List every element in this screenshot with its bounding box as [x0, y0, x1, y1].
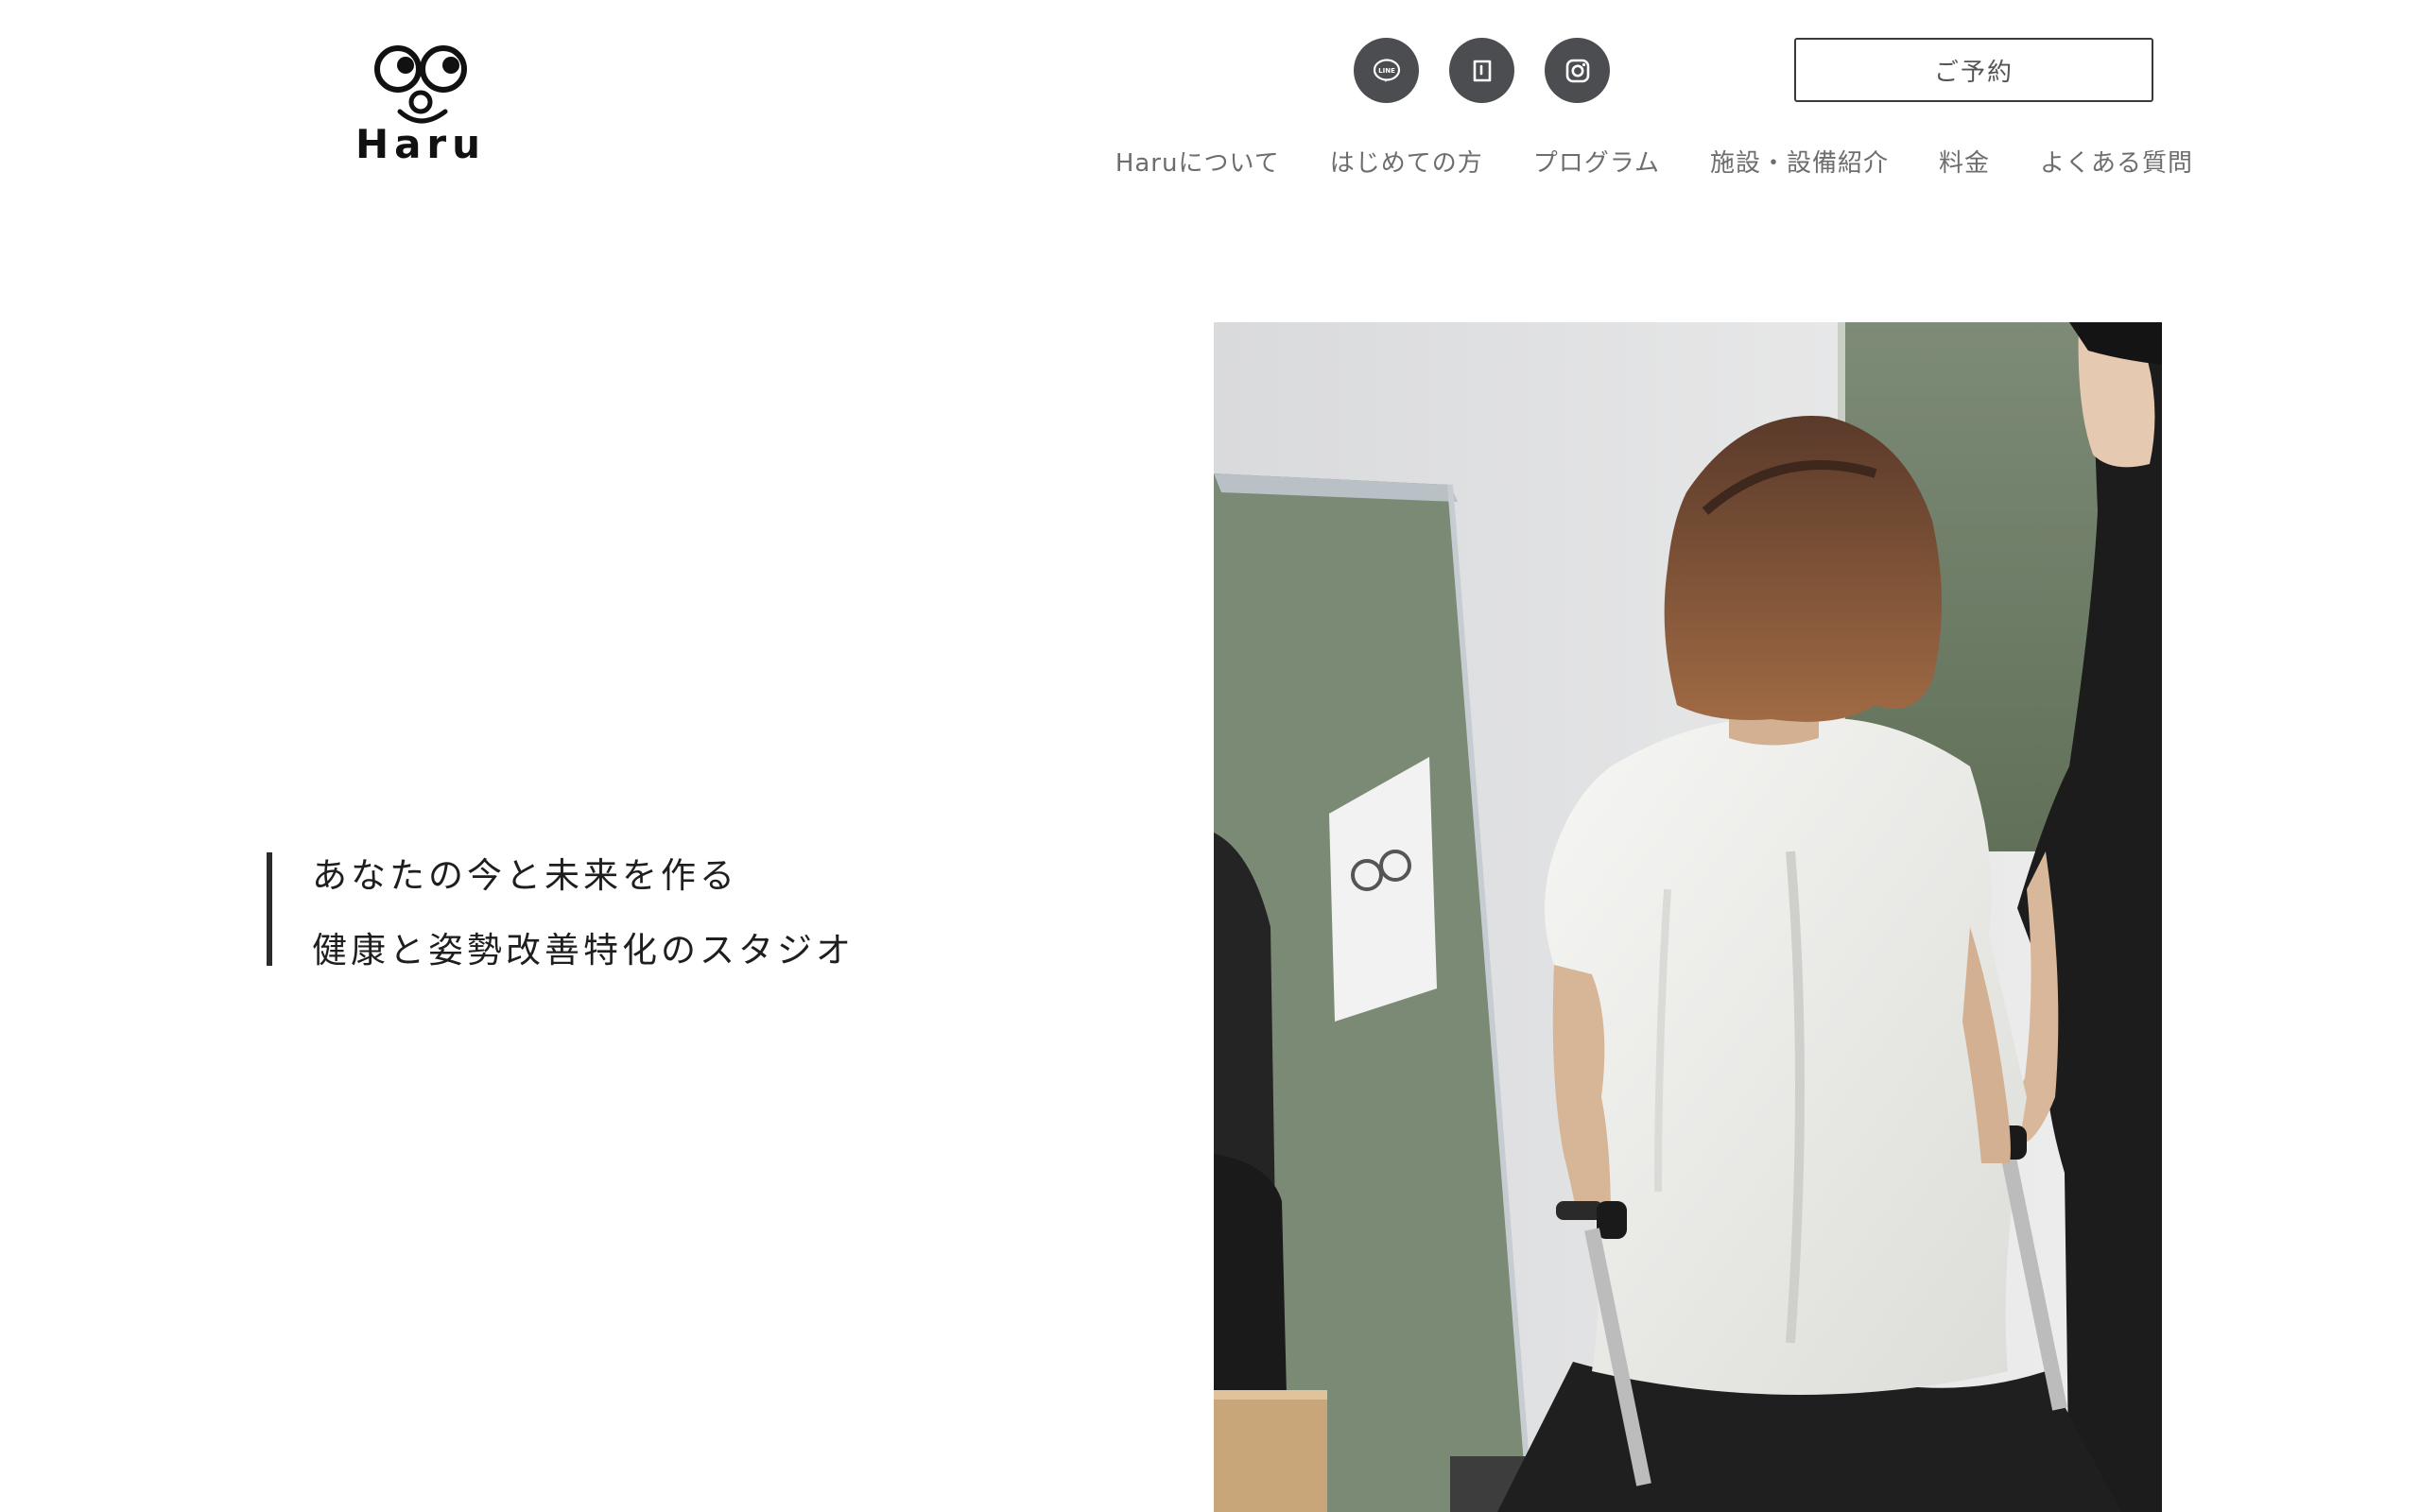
nav-item-faq[interactable]: よくある質問 [2040, 144, 2193, 179]
note-button[interactable] [1449, 38, 1514, 103]
social-links: LINE [1354, 38, 1610, 103]
instagram-icon [1565, 59, 1589, 82]
line-icon: LINE [1373, 58, 1400, 82]
haru-logo[interactable]: Haru [354, 36, 487, 167]
hero-tagline: あなたの今と未来を作る 健康と姿勢改善特化のスタジオ [267, 852, 855, 971]
hero-line-1: あなたの今と未来を作る [312, 855, 738, 896]
line-icon-text: LINE [1378, 67, 1395, 75]
hero-line-2: 健康と姿勢改善特化のスタジオ [312, 930, 855, 971]
nav-item-first-time[interactable]: はじめての方 [1330, 144, 1483, 179]
studio-photo [1214, 322, 2162, 1512]
reserve-button[interactable]: ご予約 [1794, 38, 2153, 102]
logo-text: Haru [354, 121, 487, 167]
page: Haru LINE ご予約 Haruについて はじめての方 プログラム 施設・設… [0, 0, 2420, 1512]
nav-item-about[interactable]: Haruについて [1115, 144, 1280, 179]
nav-item-program[interactable]: プログラム [1533, 144, 1660, 179]
instagram-button[interactable] [1545, 38, 1610, 103]
line-button[interactable]: LINE [1354, 38, 1419, 103]
nav-item-facilities[interactable]: 施設・設備紹介 [1710, 144, 1889, 179]
note-icon [1473, 60, 1491, 81]
main-nav: Haruについて はじめての方 プログラム 施設・設備紹介 料金 よくある質問 [1115, 144, 2193, 179]
nav-item-pricing[interactable]: 料金 [1939, 144, 1990, 179]
hero-image [1214, 322, 2162, 1512]
